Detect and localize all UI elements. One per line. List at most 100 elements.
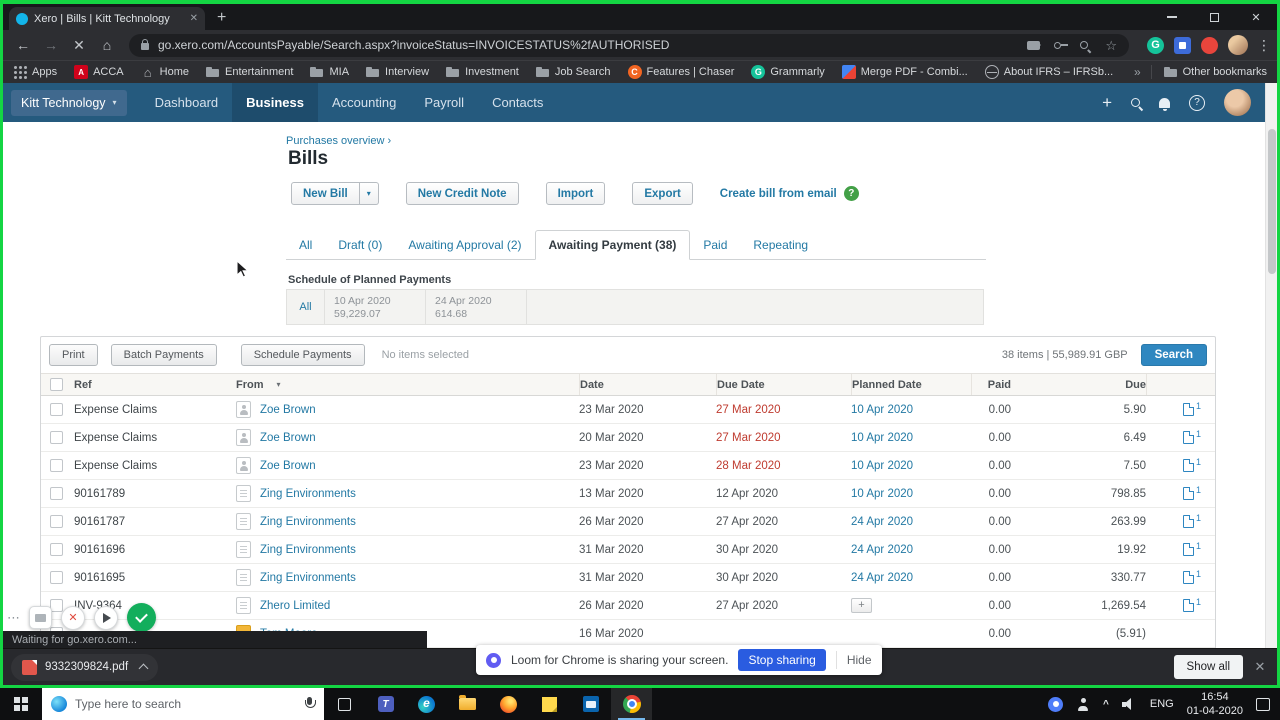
bills-status-tab[interactable]: All <box>286 231 325 259</box>
contact-link[interactable]: Zoe Brown <box>260 404 316 416</box>
loom-drag-handle-icon[interactable]: ⋯ <box>7 610 20 626</box>
contact-link[interactable]: Zoe Brown <box>260 432 316 444</box>
loom-tray-icon[interactable] <box>1048 696 1064 712</box>
contact-link[interactable]: Zing Environments <box>260 572 356 584</box>
breadcrumb[interactable]: Purchases overview › <box>286 135 391 147</box>
attachment-file-icon[interactable] <box>1182 598 1195 612</box>
address-bar[interactable]: go.xero.com/AccountsPayable/Search.aspx?… <box>129 33 1129 57</box>
bill-row[interactable]: 90161695 Zing Environments 31 Mar 2020 3… <box>41 564 1215 592</box>
start-button[interactable] <box>0 688 42 720</box>
row-checkbox[interactable] <box>50 403 63 416</box>
column-header-paid[interactable]: Paid <box>971 374 1011 395</box>
window-close-button[interactable]: ✕ <box>1235 4 1277 30</box>
column-header-date[interactable]: Date <box>579 374 716 395</box>
contact-link[interactable]: Zhero Limited <box>260 600 330 612</box>
bill-row[interactable]: INV-9364 Zhero Limited 26 Mar 2020 27 Ap… <box>41 592 1215 620</box>
window-minimize-button[interactable] <box>1151 4 1193 30</box>
nav-item[interactable]: Contacts <box>478 83 557 122</box>
red-extension-icon[interactable] <box>1201 36 1218 54</box>
row-checkbox[interactable] <box>50 543 63 556</box>
planned-date-link[interactable]: 24 Apr 2020 <box>851 572 913 584</box>
bill-row[interactable]: Expense Claims Zoe Brown 23 Mar 2020 28 … <box>41 452 1215 480</box>
bill-row[interactable]: Expense Claims Zoe Brown 23 Mar 2020 27 … <box>41 396 1215 424</box>
column-header-due[interactable]: Due <box>1011 374 1146 395</box>
bill-row[interactable]: 90161789 Zing Environments 13 Mar 2020 1… <box>41 480 1215 508</box>
column-header-planned-date[interactable]: Planned Date <box>851 374 971 395</box>
window-maximize-button[interactable] <box>1193 4 1235 30</box>
new-bill-button[interactable]: New Bill <box>291 182 360 205</box>
bookmark-item[interactable]: Merge PDF - Combi... <box>841 65 968 79</box>
help-badge-icon[interactable]: ? <box>843 186 859 201</box>
taskbar-app-button[interactable] <box>447 688 488 720</box>
blue-extension-icon[interactable] <box>1174 36 1191 54</box>
key-icon[interactable] <box>1054 41 1069 49</box>
taskbar-clock[interactable]: 16:54 01-04-2020 <box>1187 690 1243 719</box>
print-button[interactable]: Print <box>49 344 98 366</box>
taskbar-app-button[interactable] <box>488 688 529 720</box>
create-bill-from-email-link[interactable]: Create bill from email <box>720 188 837 200</box>
hide-banner-button[interactable]: Hide <box>835 651 872 669</box>
contact-link[interactable]: Zing Environments <box>260 544 356 556</box>
camera-icon[interactable] <box>1027 40 1042 50</box>
grammarly-extension-icon[interactable]: G <box>1147 36 1164 54</box>
contact-link[interactable]: Zoe Brown <box>260 460 316 472</box>
user-avatar[interactable] <box>1224 89 1251 116</box>
schedule-group[interactable]: 24 Apr 2020 614.68 <box>426 290 527 324</box>
schedule-payments-button[interactable]: Schedule Payments <box>240 344 365 366</box>
table-search-button[interactable]: Search <box>1140 344 1207 366</box>
tab-close-icon[interactable]: ✕ <box>190 13 198 24</box>
bills-status-tab[interactable]: Awaiting Approval (2) <box>395 231 534 259</box>
forward-button[interactable]: → <box>37 37 65 53</box>
tray-expand-chevron-icon[interactable]: ^ <box>1103 699 1109 710</box>
loom-camera-preview[interactable] <box>29 606 52 629</box>
bill-row[interactable]: 90161696 Zing Environments 31 Mar 2020 3… <box>41 536 1215 564</box>
bookmarks-overflow-icon[interactable]: » <box>1134 65 1141 79</box>
stop-loading-button[interactable]: ✕ <box>65 37 93 54</box>
taskbar-app-button[interactable] <box>365 688 406 720</box>
bill-row[interactable]: Expense Claims Zoe Brown 20 Mar 2020 27 … <box>41 424 1215 452</box>
help-icon[interactable]: ? <box>1189 94 1205 111</box>
new-bill-dropdown-button[interactable]: ▾ <box>359 182 379 205</box>
bookmark-item[interactable]: Investment <box>446 65 519 79</box>
microphone-icon[interactable] <box>303 696 316 712</box>
zoom-icon[interactable] <box>1080 41 1089 49</box>
planned-date-link[interactable]: 10 Apr 2020 <box>851 488 913 500</box>
download-item[interactable]: 9332309824.pdf <box>11 653 159 681</box>
browser-menu-icon[interactable]: ⋮ <box>1257 37 1271 54</box>
bookmark-item[interactable]: Apps <box>13 65 57 79</box>
action-center-icon[interactable] <box>1256 697 1270 711</box>
bookmark-item[interactable]: Job Search <box>535 65 611 79</box>
language-indicator[interactable]: ENG <box>1150 698 1174 710</box>
bills-status-tab[interactable]: Draft (0) <box>325 231 395 259</box>
browser-profile-avatar[interactable] <box>1228 35 1248 55</box>
batch-payments-button[interactable]: Batch Payments <box>110 344 217 366</box>
bookmark-item[interactable]: Grammarly <box>751 65 825 79</box>
select-all-checkbox[interactable] <box>50 378 63 391</box>
bills-status-tab[interactable]: Awaiting Payment (38) <box>534 230 691 260</box>
attachment-file-icon[interactable] <box>1182 430 1195 444</box>
nav-item[interactable]: Payroll <box>410 83 478 122</box>
bills-status-tab[interactable]: Repeating <box>740 231 821 259</box>
row-checkbox[interactable] <box>50 487 63 500</box>
schedule-group[interactable]: 10 Apr 2020 59,229.07 <box>325 290 426 324</box>
loom-finish-button[interactable] <box>127 603 156 632</box>
taskbar-app-button[interactable] <box>570 688 611 720</box>
add-planned-date-button[interactable]: + <box>851 598 872 613</box>
taskbar-app-button[interactable] <box>406 688 447 720</box>
volume-icon[interactable] <box>1121 698 1137 710</box>
attachment-file-icon[interactable] <box>1182 570 1195 584</box>
new-tab-button[interactable]: + <box>217 10 226 26</box>
attachment-file-icon[interactable] <box>1182 542 1195 556</box>
search-icon[interactable] <box>1131 98 1140 107</box>
schedule-all-link[interactable]: All <box>287 290 325 324</box>
bill-row[interactable]: 90161787 Zing Environments 26 Mar 2020 2… <box>41 508 1215 536</box>
new-credit-note-button[interactable]: New Credit Note <box>405 182 519 205</box>
bookmark-item[interactable]: Entertainment <box>205 65 293 79</box>
loom-resume-button[interactable] <box>94 605 118 630</box>
bookmark-star-icon[interactable]: ☆ <box>1105 39 1117 52</box>
planned-date-link[interactable]: 10 Apr 2020 <box>851 404 913 416</box>
org-switcher[interactable]: Kitt Technology ▾ <box>11 89 127 116</box>
download-menu-chevron-icon[interactable] <box>138 663 149 674</box>
taskbar-app-button[interactable] <box>611 688 652 720</box>
notifications-bell-icon[interactable] <box>1159 97 1170 111</box>
